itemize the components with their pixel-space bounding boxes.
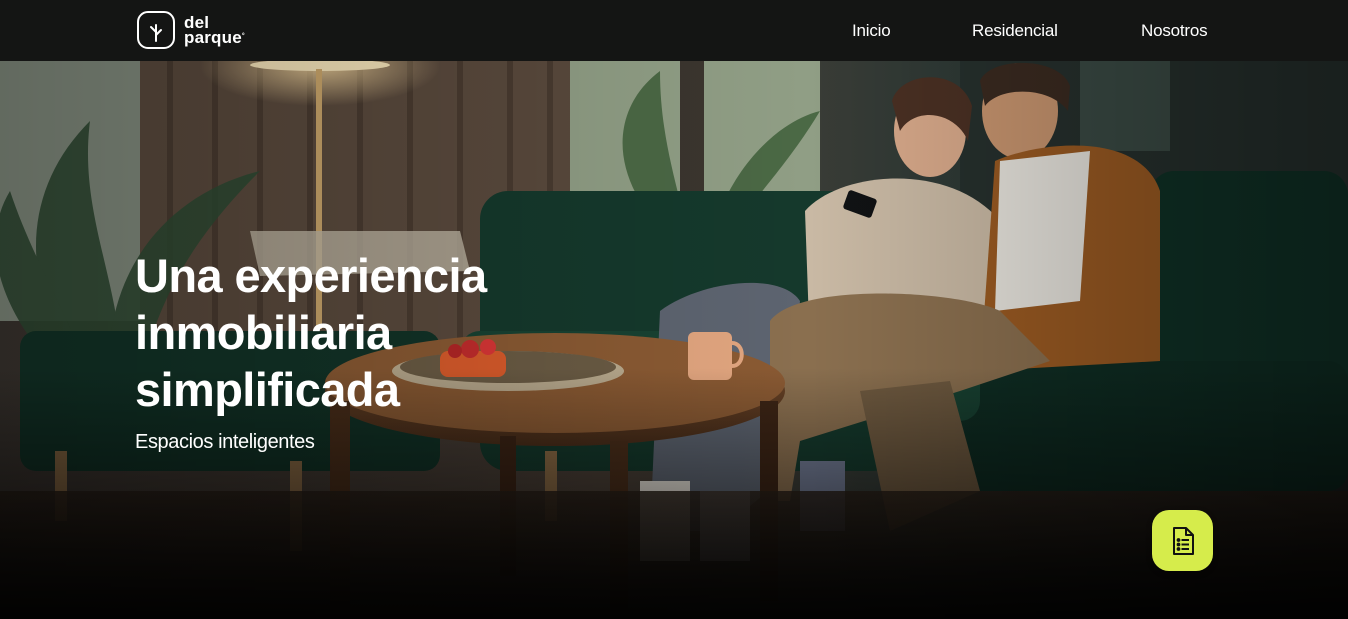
brand-line2: parque° bbox=[184, 28, 245, 47]
hero-title-line: Una experiencia bbox=[135, 249, 487, 302]
tree-icon bbox=[137, 11, 175, 49]
hero-title-line: inmobiliaria bbox=[135, 306, 392, 359]
nav-link-inicio[interactable]: Inicio bbox=[852, 20, 891, 42]
hero-title: Una experiencia inmobiliaria simplificad… bbox=[135, 247, 575, 418]
hero-title-line: simplificada bbox=[135, 363, 400, 416]
document-button[interactable] bbox=[1152, 510, 1213, 571]
brand-wordmark: del parque° bbox=[184, 14, 245, 47]
nav-link-residencial[interactable]: Residencial bbox=[972, 20, 1058, 42]
navbar: del parque° Inicio Residencial Nosotros bbox=[0, 0, 1348, 61]
hero-subtitle: Espacios inteligentes bbox=[135, 431, 315, 453]
document-icon bbox=[1172, 526, 1194, 555]
hero-section: Una experiencia inmobiliaria simplificad… bbox=[0, 61, 1348, 619]
nav-link-nosotros[interactable]: Nosotros bbox=[1141, 20, 1208, 42]
brand-logo[interactable]: del parque° bbox=[137, 9, 245, 51]
